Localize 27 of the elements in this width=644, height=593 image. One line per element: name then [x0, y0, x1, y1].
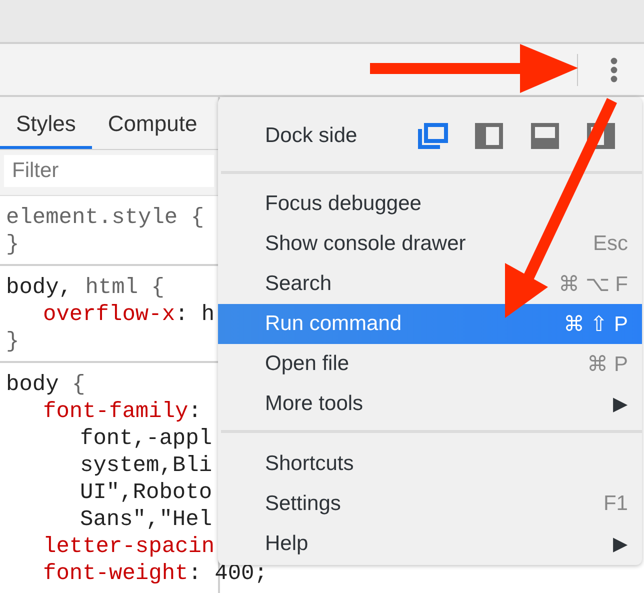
code-line: system,Bli [79, 452, 212, 479]
code-line: } [6, 231, 20, 258]
code-line: } [6, 328, 20, 355]
tab[interactable]: Compute [92, 97, 214, 149]
code-line: body, html { [6, 274, 164, 301]
menu-item[interactable]: Settings F1 [218, 484, 642, 524]
menu-item[interactable]: Run command ⌘ ⇧ P [218, 304, 642, 344]
dock-undocked-icon[interactable] [418, 123, 448, 149]
code-line: UI",Roboto [79, 479, 212, 506]
code-line: Sans","Hel [79, 506, 212, 533]
dock-bottom-icon[interactable] [530, 123, 560, 149]
menu-item[interactable]: Shortcuts [218, 444, 642, 484]
dock-side-label: Dock side [265, 124, 358, 148]
code-line: letter-spacin [42, 533, 215, 560]
dock-left-icon[interactable] [474, 123, 504, 149]
code-line: overflow-x: h [42, 301, 215, 328]
menu-item[interactable]: More tools ▶ [218, 384, 642, 424]
filter-field[interactable]: Filter [4, 155, 214, 187]
menu-item[interactable]: Search ⌘ ⌥ F [218, 264, 642, 304]
code-line: element.style { [6, 204, 204, 231]
menu-item[interactable]: Show console drawer Esc [218, 224, 642, 264]
more-menu-icon[interactable] [610, 56, 618, 82]
menu-item[interactable]: Open file ⌘ P [218, 344, 642, 384]
code-line: font-family: [42, 398, 202, 425]
menu-item[interactable]: Focus debuggee [218, 184, 642, 224]
code-line: font,-appl [79, 425, 212, 452]
code-line: body { [6, 371, 86, 398]
